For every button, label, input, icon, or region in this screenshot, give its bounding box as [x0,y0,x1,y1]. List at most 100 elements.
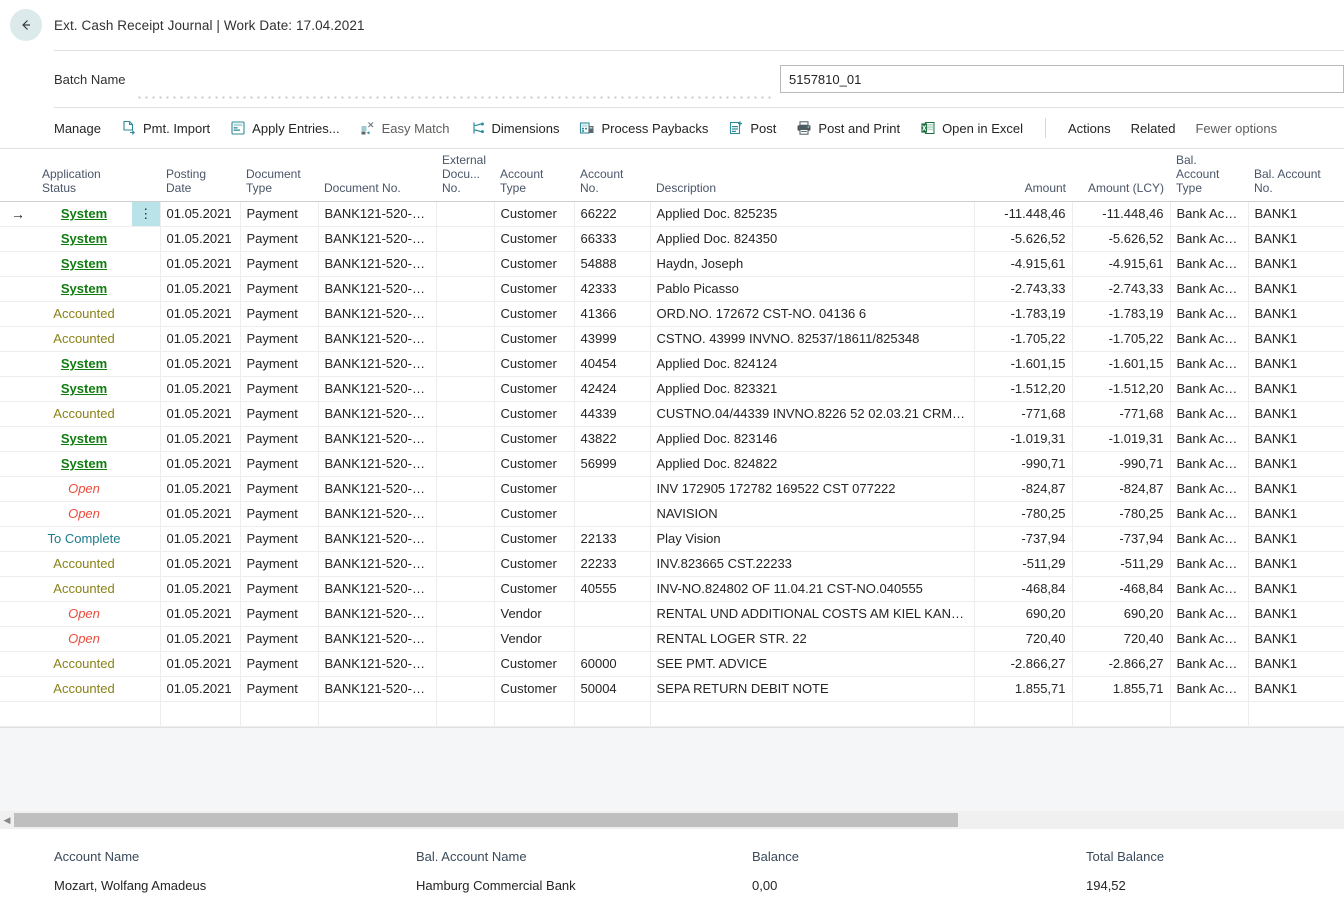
table-row[interactable]: Accounted01.05.2021PaymentBANK121-520-00… [0,302,1344,327]
scroll-left-icon[interactable]: ◀ [0,815,14,826]
cell-external-document-no[interactable] [436,552,494,577]
cell-account-type[interactable]: Vendor [494,627,574,652]
cell-bal-account-type[interactable]: Bank Accou... [1170,227,1248,252]
cell-external-document-no[interactable] [436,652,494,677]
cell-document-type[interactable]: Payment [240,502,318,527]
cell-bal-account-no[interactable]: BANK1 [1248,677,1344,702]
cell-amount-lcy[interactable]: -780,25 [1072,502,1170,527]
table-row[interactable]: System01.05.2021PaymentBANK121-520-002Cu… [0,227,1344,252]
cell-amount[interactable]: -2.743,33 [974,277,1072,302]
row-menu-icon[interactable] [132,477,160,502]
cell-bal-account-no[interactable]: BANK1 [1248,302,1344,327]
cell-application-status[interactable]: System [36,377,132,402]
cell-document-type[interactable]: Payment [240,302,318,327]
col-application-status[interactable]: Application Status [36,149,132,202]
cell-account-type[interactable]: Customer [494,377,574,402]
cell-application-status[interactable]: Open [36,627,132,652]
cell-document-type[interactable]: Payment [240,527,318,552]
cell-description[interactable]: Haydn, Joseph [650,252,974,277]
row-menu-icon[interactable] [132,252,160,277]
table-row-empty[interactable] [0,702,1344,727]
cell-posting-date[interactable]: 01.05.2021 [160,377,240,402]
col-description[interactable]: Description [650,149,974,202]
cell-document-no[interactable]: BANK121-520-011 [318,452,436,477]
cell-document-no[interactable]: BANK121-520-015 [318,552,436,577]
cell-description[interactable]: Applied Doc. 825235 [650,202,974,227]
cell-application-status[interactable]: Accounted [36,302,132,327]
cell-account-type[interactable]: Customer [494,202,574,227]
cell-bal-account-type[interactable]: Bank Accou... [1170,552,1248,577]
cell-external-document-no[interactable] [436,402,494,427]
cell-account-type[interactable]: Customer [494,452,574,477]
cell-bal-account-type[interactable]: Bank Accou... [1170,652,1248,677]
cell-document-no[interactable]: BANK121-520-006 [318,327,436,352]
cell-posting-date[interactable]: 01.05.2021 [160,427,240,452]
row-menu-icon[interactable] [132,652,160,677]
cell-description[interactable]: SEPA RETURN DEBIT NOTE [650,677,974,702]
cell-bal-account-no[interactable]: BANK1 [1248,377,1344,402]
cell-application-status[interactable]: Open [36,602,132,627]
table-row[interactable]: System01.05.2021PaymentBANK121-520-007Cu… [0,352,1344,377]
cell-amount-lcy[interactable]: -1.705,22 [1072,327,1170,352]
cell-amount[interactable]: -468,84 [974,577,1072,602]
ribbon-apply-entries[interactable]: Apply Entries... [220,116,349,140]
cell-amount[interactable]: -1.019,31 [974,427,1072,452]
table-row[interactable]: Accounted01.05.2021PaymentBANK121-520-00… [0,402,1344,427]
cell-account-no[interactable]: 66222 [574,202,650,227]
cell-account-no[interactable]: 50004 [574,677,650,702]
row-menu-icon[interactable] [132,627,160,652]
ribbon-actions[interactable]: Actions [1058,117,1121,140]
cell-amount[interactable]: -11.448,46 [974,202,1072,227]
cell-empty[interactable] [0,702,36,727]
cell-application-status[interactable]: Accounted [36,327,132,352]
row-menu-icon[interactable] [132,552,160,577]
cell-account-no[interactable]: 22133 [574,527,650,552]
cell-bal-account-no[interactable]: BANK1 [1248,502,1344,527]
cell-account-type[interactable]: Vendor [494,602,574,627]
cell-posting-date[interactable]: 01.05.2021 [160,302,240,327]
cell-account-no[interactable]: 44339 [574,402,650,427]
col-account-type[interactable]: Account Type [494,149,574,202]
row-menu-icon[interactable] [132,277,160,302]
cell-account-no[interactable]: 22233 [574,552,650,577]
cell-application-status[interactable]: Accounted [36,402,132,427]
cell-amount-lcy[interactable]: -1.601,15 [1072,352,1170,377]
cell-external-document-no[interactable] [436,377,494,402]
cell-posting-date[interactable]: 01.05.2021 [160,577,240,602]
cell-document-no[interactable]: BANK121-520-010 [318,427,436,452]
cell-document-type[interactable]: Payment [240,477,318,502]
cell-document-type[interactable]: Payment [240,327,318,352]
cell-account-no[interactable]: 43999 [574,327,650,352]
cell-posting-date[interactable]: 01.05.2021 [160,277,240,302]
cell-account-no[interactable]: 54888 [574,252,650,277]
cell-amount-lcy[interactable]: -1.783,19 [1072,302,1170,327]
cell-bal-account-type[interactable]: Bank Accou... [1170,252,1248,277]
row-menu-icon[interactable] [132,302,160,327]
row-menu-icon[interactable] [132,377,160,402]
cell-bal-account-type[interactable]: Bank Accou... [1170,677,1248,702]
cell-document-no[interactable]: BANK121-520-003 [318,252,436,277]
cell-amount[interactable]: -1.512,20 [974,377,1072,402]
row-menu-icon[interactable] [132,527,160,552]
cell-amount-lcy[interactable]: -468,84 [1072,577,1170,602]
cell-application-status[interactable]: Open [36,502,132,527]
cell-document-type[interactable]: Payment [240,277,318,302]
cell-amount[interactable]: -2.866,27 [974,652,1072,677]
row-menu-icon[interactable] [132,677,160,702]
cell-bal-account-type[interactable]: Bank Accou... [1170,402,1248,427]
cell-bal-account-no[interactable]: BANK1 [1248,402,1344,427]
cell-bal-account-no[interactable]: BANK1 [1248,327,1344,352]
cell-empty[interactable] [1248,702,1344,727]
cell-application-status[interactable]: System [36,202,132,227]
cell-description[interactable]: Play Vision [650,527,974,552]
cell-document-no[interactable]: BANK121-520-019 [318,652,436,677]
col-bal-account-type[interactable]: Bal. Account Type [1170,149,1248,202]
cell-posting-date[interactable]: 01.05.2021 [160,477,240,502]
table-row[interactable]: Open01.05.2021PaymentBANK121-520-013Cust… [0,502,1344,527]
table-row[interactable]: System01.05.2021PaymentBANK121-520-004Cu… [0,277,1344,302]
cell-document-type[interactable]: Payment [240,202,318,227]
cell-document-no[interactable]: BANK121-520-009 [318,402,436,427]
cell-document-type[interactable]: Payment [240,677,318,702]
cell-empty[interactable] [36,702,132,727]
cell-empty[interactable] [650,702,974,727]
